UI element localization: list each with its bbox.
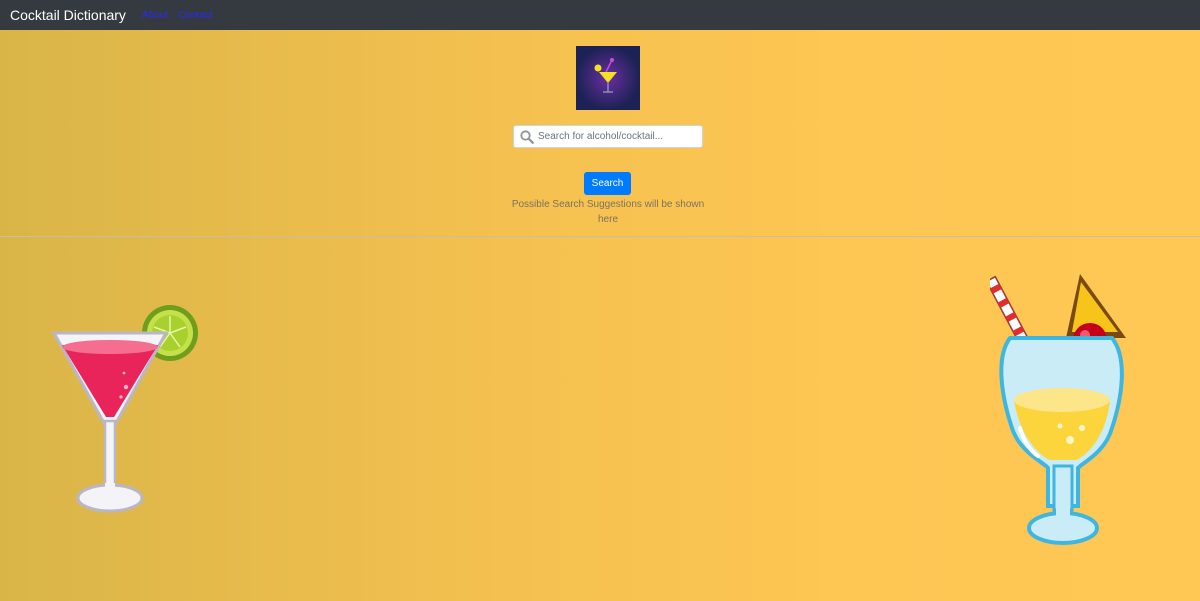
cocktail-logo bbox=[576, 46, 640, 110]
martini-glass-icon bbox=[48, 295, 204, 520]
search-bar bbox=[513, 125, 703, 148]
search-button[interactable]: Search bbox=[584, 172, 631, 195]
hurricane-cocktail-icon bbox=[985, 268, 1135, 550]
search-suggestions: Possible Search Suggestions will be show… bbox=[511, 199, 705, 225]
navbar: Cocktail Dictionary About Contact bbox=[0, 0, 1200, 30]
nav-link-contact[interactable]: Contact bbox=[178, 10, 212, 21]
search-icon bbox=[520, 130, 534, 144]
nav-link-about[interactable]: About bbox=[142, 10, 168, 21]
navbar-brand[interactable]: Cocktail Dictionary bbox=[10, 7, 126, 23]
search-input[interactable] bbox=[538, 126, 698, 147]
divider bbox=[0, 236, 1200, 237]
